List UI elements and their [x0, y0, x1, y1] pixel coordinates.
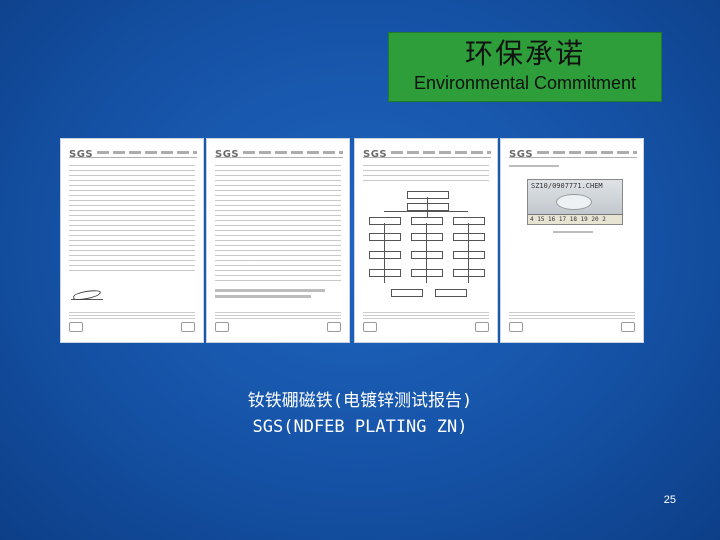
test-results-table — [215, 165, 341, 285]
note-line — [215, 295, 311, 298]
magnet-sample-icon — [556, 194, 592, 210]
sgs-logo: SGS — [509, 149, 534, 160]
seal-icon — [509, 322, 523, 332]
report-header — [243, 151, 343, 154]
seal-icon — [475, 322, 489, 332]
caption-line — [509, 165, 559, 167]
slide-title-cn: 环保承诺 — [464, 37, 585, 70]
seal-icon — [181, 322, 195, 332]
report-footer — [69, 312, 195, 320]
sgs-logo: SGS — [69, 149, 94, 160]
sgs-report-page-3: SGS — [354, 138, 498, 343]
slide-title-box: 环保承诺 Environmental Commitment — [388, 32, 662, 102]
report-text-lines — [363, 165, 489, 183]
slide-title-en: Environmental Commitment — [413, 73, 637, 93]
sgs-report-page-2: SGS — [206, 138, 350, 343]
ruler: 4 15 16 17 18 19 20 2 — [528, 214, 622, 224]
report-text-lines — [69, 165, 195, 275]
signature-icon — [71, 289, 103, 300]
sgs-logo: SGS — [363, 149, 388, 160]
sgs-logo: SGS — [215, 149, 240, 160]
caption-line-2: SGS(NDFEB PLATING ZN) — [252, 417, 468, 437]
seal-icon — [327, 322, 341, 332]
report-footer — [509, 312, 635, 320]
report-header-rule — [69, 157, 197, 158]
report-header — [537, 151, 637, 154]
seal-icon — [215, 322, 229, 332]
seal-icon — [621, 322, 635, 332]
photo-caption-line — [553, 231, 593, 233]
report-header — [97, 151, 197, 154]
report-footer — [363, 312, 489, 320]
sample-photo: SZ10/0907771.CHEM 4 15 16 17 18 19 20 2 — [527, 179, 623, 225]
caption-line-1: 钕铁硼磁铁(电镀锌测试报告) — [247, 391, 473, 411]
note-line — [215, 289, 325, 292]
seal-icon — [363, 322, 377, 332]
report-footer — [215, 312, 341, 320]
report-header-rule — [363, 157, 491, 158]
sample-code: SZ10/0907771.CHEM — [531, 182, 603, 190]
sgs-report-page-1: SGS — [60, 138, 204, 343]
report-header — [391, 151, 491, 154]
sgs-report-page-4: SGS SZ10/0907771.CHEM 4 15 16 17 18 19 2… — [500, 138, 644, 343]
report-header-rule — [215, 157, 343, 158]
page-number: 25 — [663, 494, 676, 506]
seal-icon — [69, 322, 83, 332]
slide-caption: 钕铁硼磁铁(电镀锌测试报告) SGS(NDFEB PLATING ZN) — [0, 388, 720, 440]
report-header-rule — [509, 157, 637, 158]
